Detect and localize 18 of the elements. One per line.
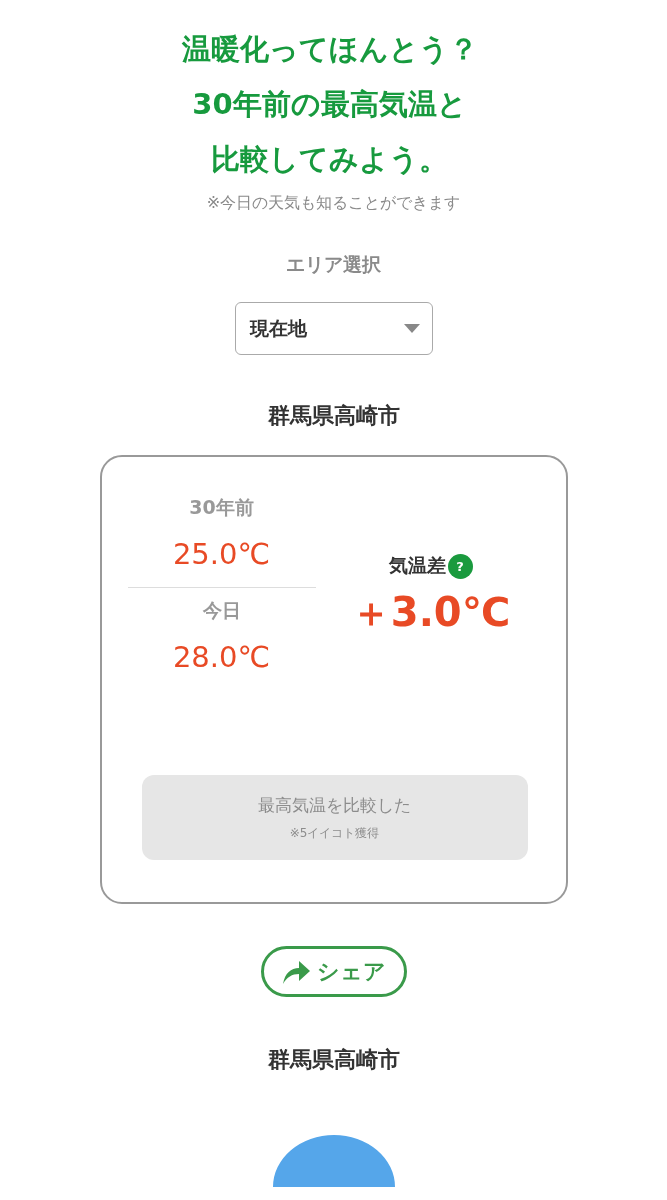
- subtitle: ※今日の天気も知ることができます: [206, 193, 461, 214]
- past-temperature: 25.0℃: [172, 537, 271, 571]
- caret-icon: [403, 324, 420, 333]
- area-label: エリア選択: [286, 252, 381, 277]
- temperature-difference: ＋3.0℃: [350, 588, 511, 637]
- location-name: 群馬県高崎市: [267, 1046, 400, 1074]
- page-title: 比較してみよう。: [211, 141, 448, 178]
- difference-label: 気温差: [388, 553, 446, 578]
- location-name: 群馬県高崎市: [267, 402, 400, 430]
- today-temperature: 28.0℃: [172, 640, 271, 674]
- area-select[interactable]: 現在地: [234, 302, 433, 355]
- help-icon[interactable]: ?: [447, 553, 473, 579]
- page-title: 温暖化ってほんとう？: [181, 31, 478, 68]
- page-title: 30年前の最高気温と: [192, 86, 467, 123]
- today-label: 今日: [202, 598, 241, 623]
- past-label: 30年前: [189, 495, 254, 520]
- share-arrow-icon: [281, 958, 311, 985]
- share-button[interactable]: シェア: [260, 946, 407, 997]
